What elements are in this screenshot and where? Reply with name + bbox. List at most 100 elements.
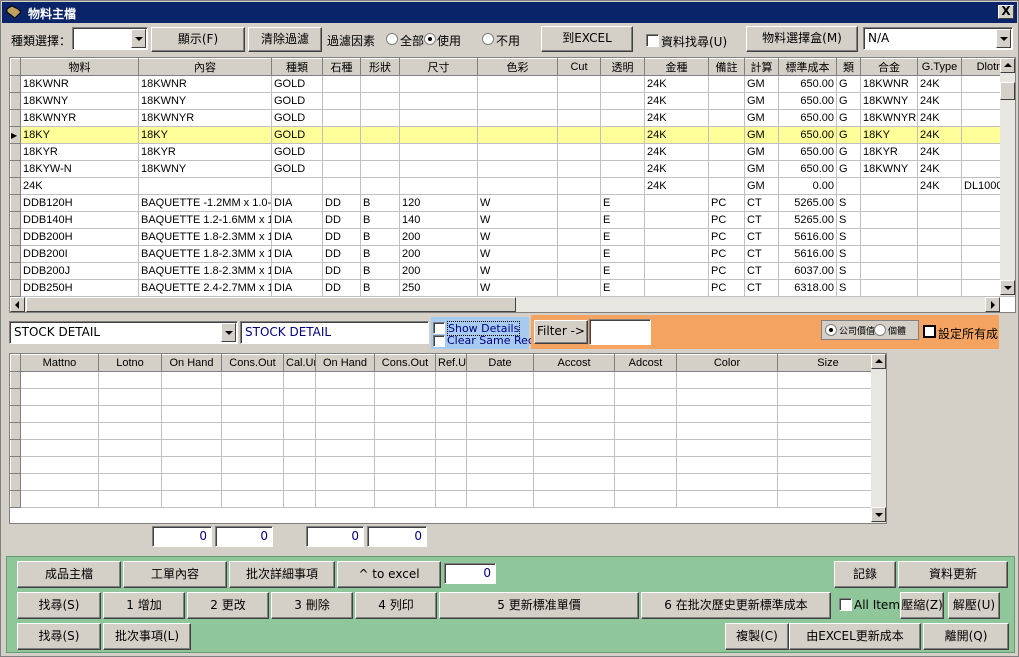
row-header[interactable] xyxy=(10,262,21,280)
row-header[interactable] xyxy=(10,160,21,178)
table-cell[interactable] xyxy=(466,422,534,440)
row-header[interactable] xyxy=(10,456,21,474)
table-cell[interactable] xyxy=(138,177,272,195)
table-row[interactable]: DDB200H BAQUETTE 1.8-2.3MM x 1.0 DIA DD B 200… xyxy=(10,228,1015,246)
table-cell[interactable] xyxy=(221,490,284,508)
table-cell[interactable] xyxy=(600,92,645,110)
table-cell[interactable]: G xyxy=(836,92,861,110)
column-header[interactable]: 石種 xyxy=(322,58,361,76)
table-cell[interactable]: 24K xyxy=(917,143,962,161)
table-cell[interactable] xyxy=(161,371,222,389)
row-header[interactable] xyxy=(10,194,21,212)
table-cell[interactable] xyxy=(917,194,962,212)
table-cell[interactable] xyxy=(435,439,467,457)
table-cell[interactable]: 24K xyxy=(644,126,709,144)
table-cell[interactable] xyxy=(533,456,615,474)
table-cell[interactable] xyxy=(533,371,615,389)
table-cell[interactable] xyxy=(399,126,478,144)
column-header[interactable]: Accost xyxy=(533,354,615,372)
table-cell[interactable]: 18KWNYR xyxy=(20,109,139,127)
table-cell[interactable] xyxy=(98,439,162,457)
table-cell[interactable] xyxy=(477,109,558,127)
table-cell[interactable] xyxy=(708,75,745,93)
scroll-up-icon[interactable] xyxy=(1000,58,1015,73)
table-row[interactable] xyxy=(10,405,879,423)
table-cell[interactable] xyxy=(466,490,534,508)
table-cell[interactable] xyxy=(315,371,375,389)
table-cell[interactable]: DD xyxy=(322,279,361,297)
stock-detail-text[interactable]: STOCK DETAIL xyxy=(240,321,429,344)
table-cell[interactable] xyxy=(860,262,918,280)
scroll-down-icon[interactable] xyxy=(871,507,886,522)
table-cell[interactable] xyxy=(600,177,645,195)
column-header[interactable]: 金種 xyxy=(644,58,709,76)
table-cell[interactable] xyxy=(374,388,436,406)
table-cell[interactable] xyxy=(435,405,467,423)
table-cell[interactable] xyxy=(221,473,284,491)
data-update-button[interactable]: 資料更新 xyxy=(898,561,1008,588)
table-cell[interactable] xyxy=(322,160,361,178)
table-cell[interactable] xyxy=(557,245,601,263)
table-cell[interactable]: DDB120H xyxy=(20,194,139,212)
row-header[interactable] xyxy=(10,177,21,195)
table-cell[interactable]: 18KWNYR xyxy=(138,109,272,127)
table-cell[interactable]: 24K xyxy=(917,126,962,144)
table-cell[interactable]: GOLD xyxy=(271,143,323,161)
table-cell[interactable] xyxy=(283,473,316,491)
table-cell[interactable]: DD xyxy=(322,245,361,263)
table-cell[interactable] xyxy=(161,439,222,457)
radio-used[interactable] xyxy=(424,33,436,45)
all-item-checkbox[interactable] xyxy=(839,598,852,611)
table-cell[interactable] xyxy=(161,388,222,406)
table-cell[interactable]: GM xyxy=(744,177,779,195)
table-cell[interactable]: 18KYR xyxy=(860,143,918,161)
table-cell[interactable] xyxy=(315,490,375,508)
column-header[interactable]: 合金 xyxy=(860,58,918,76)
scroll-down-icon[interactable] xyxy=(1000,280,1015,295)
table-row[interactable]: DDB250H BAQUETTE 2.4-2.7MM x 1.0 DIA DD B 250… xyxy=(10,279,1015,297)
table-cell[interactable]: 650.00 xyxy=(778,160,837,178)
table-cell[interactable] xyxy=(98,422,162,440)
table-cell[interactable] xyxy=(557,211,601,229)
table-cell[interactable] xyxy=(466,388,534,406)
set-all-checkbox[interactable] xyxy=(923,325,936,338)
table-cell[interactable]: 18KY xyxy=(20,126,139,144)
table-cell[interactable]: B xyxy=(360,262,400,280)
table-row[interactable]: DDB120H BAQUETTE -1.2MM x 1.0-1 DIA DD B 120 W… xyxy=(10,194,1015,212)
column-header[interactable]: 備註 xyxy=(708,58,745,76)
table-cell[interactable] xyxy=(600,160,645,178)
table-cell[interactable]: B xyxy=(360,211,400,229)
table-cell[interactable] xyxy=(557,92,601,110)
table-cell[interactable]: 650.00 xyxy=(778,92,837,110)
table-cell[interactable]: B xyxy=(360,245,400,263)
table-cell[interactable] xyxy=(777,388,879,406)
chevron-down-icon[interactable] xyxy=(996,29,1011,48)
table-cell[interactable] xyxy=(315,405,375,423)
data-search-checkbox[interactable] xyxy=(646,34,659,47)
table-cell[interactable] xyxy=(399,177,478,195)
table-cell[interactable]: G xyxy=(836,143,861,161)
table-cell[interactable] xyxy=(374,439,436,457)
na-select[interactable]: N/A xyxy=(863,27,1013,50)
table-cell[interactable] xyxy=(399,75,478,93)
table-cell[interactable]: 18KYR xyxy=(138,143,272,161)
table-cell[interactable] xyxy=(860,279,918,297)
table-cell[interactable]: 18KYR xyxy=(20,143,139,161)
table-cell[interactable] xyxy=(98,371,162,389)
table-cell[interactable]: 24K xyxy=(917,75,962,93)
table-cell[interactable]: 5265.00 xyxy=(778,194,837,212)
table-cell[interactable] xyxy=(644,211,709,229)
find-button-2[interactable]: 找尋(S) xyxy=(17,623,101,650)
table-cell[interactable]: PC xyxy=(708,279,745,297)
table-cell[interactable]: 250 xyxy=(399,279,478,297)
table-cell[interactable]: E xyxy=(600,262,645,280)
column-header[interactable]: Size xyxy=(777,354,879,372)
to-excel-count[interactable]: 0 xyxy=(444,563,496,584)
table-cell[interactable] xyxy=(161,405,222,423)
table-cell[interactable]: DDB140H xyxy=(20,211,139,229)
table-cell[interactable] xyxy=(315,439,375,457)
material-select-box-button[interactable]: 物料選擇盒(M) xyxy=(746,26,858,52)
table-cell[interactable]: CT xyxy=(744,279,779,297)
close-icon[interactable]: X xyxy=(998,5,1014,19)
table-cell[interactable]: GM xyxy=(744,75,779,93)
